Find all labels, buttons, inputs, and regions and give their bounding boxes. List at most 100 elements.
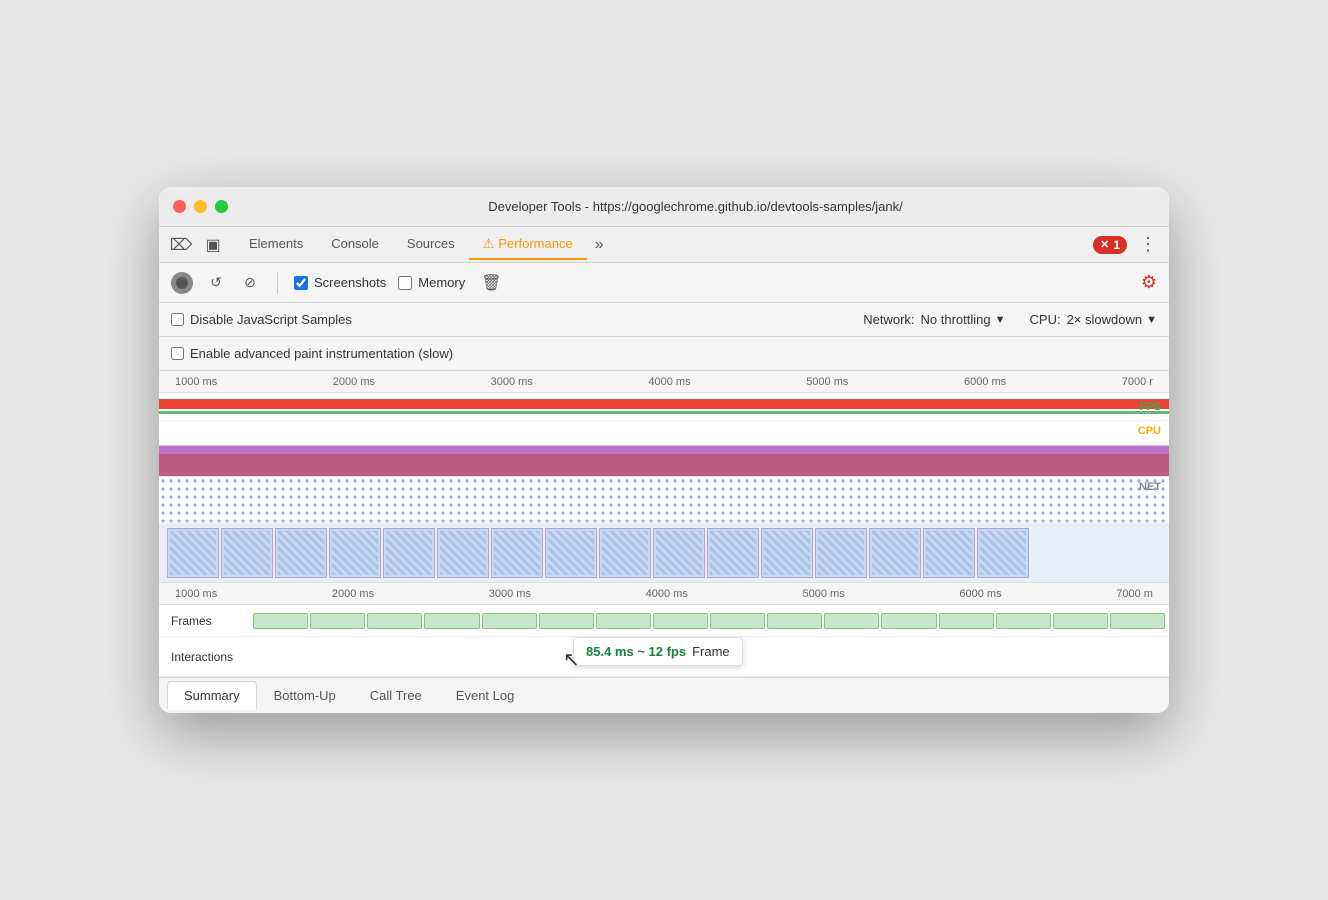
bottom-ruler-mark-3: 4000 ms [646,588,688,600]
cpu-arrow-icon: ▼ [1146,314,1157,326]
network-arrow-icon: ▼ [995,314,1006,326]
maximize-button[interactable] [215,200,228,213]
warning-icon: ⚠ [483,236,495,252]
screenshot-thumb-14[interactable] [923,528,975,578]
cursor-icon: ↖ [563,647,580,672]
timeline-ruler-bottom: 1000 ms 2000 ms 3000 ms 4000 ms 5000 ms … [159,583,1169,605]
tab-summary[interactable]: Summary [167,681,257,710]
frame-block-12[interactable] [939,613,994,629]
frame-block-5[interactable] [539,613,594,629]
tab-call-tree[interactable]: Call Tree [353,681,439,710]
cpu-value: 2× slowdown [1067,312,1143,327]
disable-js-group: Disable JavaScript Samples [171,312,352,327]
tab-icons: ⌦ ▣ [167,231,227,259]
ruler-mark-0: 1000 ms [175,376,217,388]
traffic-lights [173,200,228,213]
screenshot-thumb-5[interactable] [437,528,489,578]
bottom-ruler-mark-0: 1000 ms [175,588,217,600]
close-button[interactable] [173,200,186,213]
tab-menu-button[interactable]: ⋮ [1135,230,1161,259]
memory-checkbox[interactable] [398,276,412,290]
tab-sources[interactable]: Sources [393,230,469,259]
screenshot-thumb-10[interactable] [707,528,759,578]
frame-block-9[interactable] [767,613,822,629]
frame-block-7[interactable] [653,613,708,629]
tab-elements[interactable]: Elements [235,230,317,259]
frame-block-2[interactable] [367,613,422,629]
frame-block-14[interactable] [1053,613,1108,629]
ruler-mark-6: 7000 r [1122,376,1153,388]
tab-performance-label: Performance [498,236,572,251]
net-chart: NET [159,477,1169,523]
frame-block-11[interactable] [881,613,936,629]
frame-block-4[interactable] [482,613,537,629]
cpu-select[interactable]: 2× slowdown ▼ [1067,312,1157,327]
fps-label: FPS [1140,401,1161,413]
perf-toolbar: ↺ ⊘ Screenshots Memory 🗑 ⚙ [159,263,1169,303]
clear-button[interactable]: ⊘ [239,272,261,294]
options-bar-2: Enable advanced paint instrumentation (s… [159,337,1169,371]
minimize-button[interactable] [194,200,207,213]
fps-red-line [159,399,1169,409]
ruler-mark-3: 4000 ms [648,376,690,388]
window-title: Developer Tools - https://googlechrome.g… [236,199,1155,214]
screenshot-thumb-15[interactable] [977,528,1029,578]
fps-chart: FPS [159,393,1169,421]
toolbar-right: ⚙ [1141,272,1157,293]
screenshots-label: Screenshots [314,275,386,290]
interactions-area: Interactions ↖ 85.4 ms ~ 12 fps Frame [159,637,1169,677]
tab-performance[interactable]: ⚠ Performance [469,230,587,260]
more-tabs-button[interactable]: » [587,236,612,254]
record-button[interactable] [171,272,193,294]
cpu-option: CPU: 2× slowdown ▼ [1030,312,1157,327]
title-bar: Developer Tools - https://googlechrome.g… [159,187,1169,227]
memory-group: Memory [398,275,465,290]
enable-paint-checkbox[interactable] [171,347,184,360]
network-label: Network: [863,312,914,327]
screenshot-thumb-6[interactable] [491,528,543,578]
screenshot-thumb-2[interactable] [275,528,327,578]
screenshot-thumb-3[interactable] [329,528,381,578]
frame-block-3[interactable] [424,613,479,629]
chart-area: FPS CPU NET [159,393,1169,523]
frame-block-13[interactable] [996,613,1051,629]
disable-js-checkbox[interactable] [171,313,184,326]
screenshots-checkbox[interactable] [294,276,308,290]
frame-block-1[interactable] [310,613,365,629]
screenshot-thumb-0[interactable] [167,528,219,578]
screenshot-thumb-8[interactable] [599,528,651,578]
toolbar-separator [277,272,278,294]
frame-block-10[interactable] [824,613,879,629]
frame-block-0[interactable] [253,613,308,629]
enable-paint-group: Enable advanced paint instrumentation (s… [171,346,453,361]
screenshot-thumb-11[interactable] [761,528,813,578]
timeline-ruler-top: 1000 ms 2000 ms 3000 ms 4000 ms 5000 ms … [159,371,1169,393]
bottom-ruler-marks: 1000 ms 2000 ms 3000 ms 4000 ms 5000 ms … [171,588,1157,600]
screenshot-thumb-1[interactable] [221,528,273,578]
tab-console[interactable]: Console [317,230,393,259]
screenshot-thumb-9[interactable] [653,528,705,578]
frame-block-15[interactable] [1110,613,1165,629]
network-select[interactable]: No throttling ▼ [921,312,1006,327]
settings-icon[interactable]: ⚙ [1141,272,1157,293]
screenshot-thumb-7[interactable] [545,528,597,578]
net-label: NET [1139,481,1161,493]
cursor-icon[interactable]: ⌦ [167,231,195,259]
frame-tooltip: 85.4 ms ~ 12 fps Frame [573,637,743,666]
reload-button[interactable]: ↺ [205,272,227,294]
memory-label: Memory [418,275,465,290]
screenshot-thumb-4[interactable] [383,528,435,578]
screenshot-thumb-12[interactable] [815,528,867,578]
device-icon[interactable]: ▣ [199,231,227,259]
cpu-chart: CPU [159,421,1169,477]
frame-block-8[interactable] [710,613,765,629]
frame-block-6[interactable] [596,613,651,629]
trash-icon[interactable]: 🗑 [481,273,501,293]
error-badge[interactable]: ✕ 1 [1093,236,1127,254]
ruler-mark-4: 5000 ms [806,376,848,388]
tab-bottom-up[interactable]: Bottom-Up [257,681,353,710]
tab-event-log[interactable]: Event Log [439,681,532,710]
screenshot-thumb-13[interactable] [869,528,921,578]
bottom-ruler-mark-6: 7000 m [1116,588,1153,600]
network-value: No throttling [921,312,991,327]
